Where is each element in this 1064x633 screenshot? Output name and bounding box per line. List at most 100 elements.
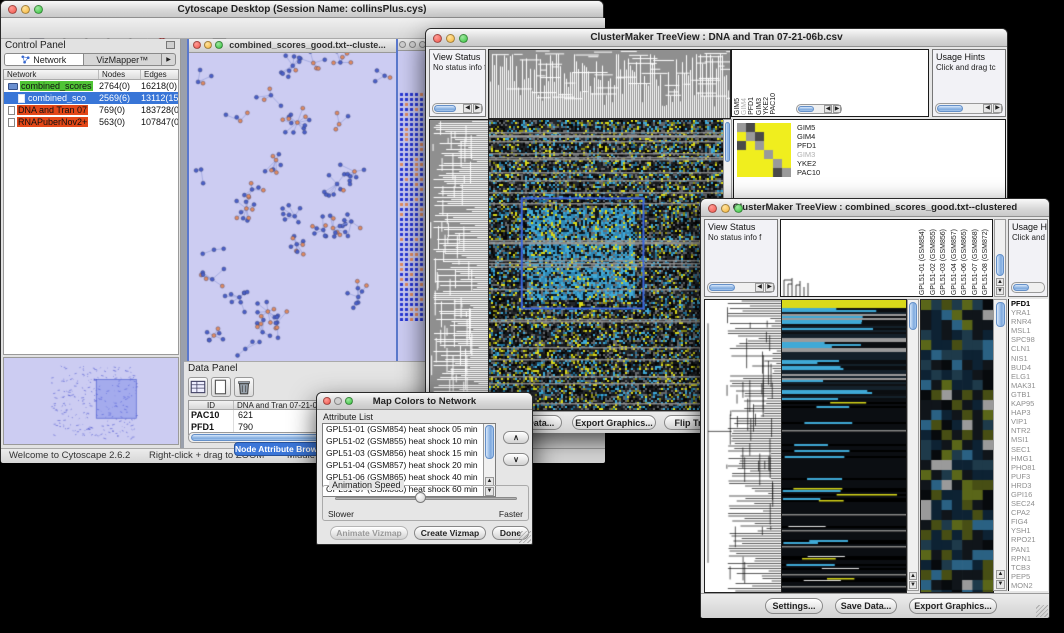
gene-label[interactable]: GTB1 xyxy=(1009,390,1048,399)
scroll-right-icon[interactable]: ▶ xyxy=(993,104,1002,113)
scroll-up-icon[interactable]: ▲ xyxy=(996,278,1004,286)
tab-network[interactable]: Network xyxy=(5,54,84,65)
column-label[interactable]: GIM3 xyxy=(756,98,763,115)
column-label[interactable]: GPL51-01 (GSM854) xyxy=(918,229,929,295)
zoom-button[interactable] xyxy=(734,204,743,213)
gene-label[interactable]: PFD1 xyxy=(1009,299,1048,308)
new-attribute-icon[interactable] xyxy=(211,377,231,397)
gene-label[interactable]: HMG1 xyxy=(1009,454,1048,463)
network-overview-panel[interactable] xyxy=(3,357,179,445)
scrollbar-thumb[interactable] xyxy=(909,302,917,330)
close-button[interactable] xyxy=(193,41,201,49)
gene-label[interactable]: NIS1 xyxy=(1009,354,1048,363)
gene-label[interactable]: HRD3 xyxy=(1009,481,1048,490)
attribute-item[interactable]: GPL51-02 (GSM855) heat shock 10 min xyxy=(323,436,495,448)
gene-label[interactable]: MON2 xyxy=(1009,581,1048,590)
minimize-button[interactable] xyxy=(446,34,455,43)
column-label[interactable]: GPL51-04 (GSM857) xyxy=(950,229,961,295)
dialog-title-bar[interactable]: Map Colors to Network xyxy=(317,393,532,410)
zoom-vscrollbar[interactable]: ▲ ▼ xyxy=(993,299,1007,591)
scroll-left-icon[interactable]: ◀ xyxy=(755,283,764,292)
scroll-down-icon[interactable]: ▼ xyxy=(996,287,1004,295)
gene-label[interactable]: MSL1 xyxy=(1009,326,1048,335)
gene-label[interactable]: PEP5 xyxy=(1009,572,1048,581)
gene-label[interactable]: YSH1 xyxy=(1009,526,1048,535)
network-canvas[interactable] xyxy=(189,53,396,362)
gene-label[interactable]: HAP3 xyxy=(1009,408,1048,417)
scrollbar-thumb[interactable] xyxy=(709,284,735,291)
attribute-item[interactable]: GPL51-04 (GSM857) heat shock 20 min xyxy=(323,460,495,472)
row-label[interactable]: GIM3 xyxy=(797,150,820,159)
column-label[interactable]: GPL51-06 (GSM865) xyxy=(960,229,971,295)
zoom-button[interactable] xyxy=(345,397,353,405)
row-label[interactable]: GIM5 xyxy=(797,123,820,132)
view-status-hscrollbar[interactable]: ◀ ▶ xyxy=(432,103,483,114)
usage-hscrollbar[interactable]: ◀ ▶ xyxy=(935,103,1003,114)
network-row[interactable]: combined_sco 2569(6) 13112(15) xyxy=(4,92,178,104)
create-vizmap-button[interactable]: Create Vizmap xyxy=(414,526,486,540)
scroll-left-icon[interactable]: ◀ xyxy=(463,104,472,113)
minimize-button[interactable] xyxy=(409,41,416,48)
tab-vizmapper[interactable]: VizMapper™ xyxy=(84,54,162,65)
column-label[interactable]: GPL51-02 (GSM855) xyxy=(929,229,940,295)
network-row[interactable]: RNAPuberNov2+ 563(0) 107847(0) xyxy=(4,116,178,128)
animation-speed-track[interactable] xyxy=(335,497,517,500)
attribute-select-icon[interactable] xyxy=(188,377,208,397)
resize-grip[interactable] xyxy=(519,531,531,543)
attribute-item[interactable]: GPL51-01 (GSM854) heat shock 05 min xyxy=(323,424,495,436)
minimize-button[interactable] xyxy=(21,5,30,14)
gene-label[interactable]: CLN1 xyxy=(1009,344,1048,353)
overview-canvas[interactable] xyxy=(4,358,178,444)
node-attribute-browser-tab[interactable]: Node Attribute Brows... xyxy=(234,442,328,456)
scroll-up-icon[interactable]: ▲ xyxy=(909,572,917,580)
similarity-matrix-canvas[interactable] xyxy=(737,123,791,177)
close-button[interactable] xyxy=(323,397,331,405)
column-label[interactable]: PFD1 xyxy=(748,97,755,115)
column-dendrogram-canvas[interactable] xyxy=(488,49,731,119)
network-row[interactable]: combined_scores 2764(0) 16218(0) xyxy=(4,80,178,92)
column-label[interactable]: GPL51-03 (GSM856) xyxy=(939,229,950,295)
gene-label[interactable]: GPI16 xyxy=(1009,490,1048,499)
animate-vizmap-button[interactable]: Animate Vizmap xyxy=(330,526,408,540)
zoom-button[interactable] xyxy=(215,41,223,49)
scrollbar-thumb[interactable] xyxy=(937,105,963,112)
col-network[interactable]: Network xyxy=(4,70,99,79)
zoom-button[interactable] xyxy=(34,5,43,14)
gene-label[interactable]: PUF3 xyxy=(1009,472,1048,481)
close-button[interactable] xyxy=(399,41,406,48)
treeview1-title-bar[interactable]: ClusterMaker TreeView : DNA and Tran 07-… xyxy=(426,29,1007,47)
network-table-header[interactable]: Network Nodes Edges xyxy=(4,70,178,80)
column-label[interactable]: GPL51-08 (GSM872) xyxy=(981,229,992,295)
zoom-heatmap-canvas[interactable] xyxy=(920,299,994,593)
column-label[interactable]: PAC10 xyxy=(770,93,777,115)
attribute-item[interactable]: GPL51-03 (GSM856) heat shock 15 min xyxy=(323,448,495,460)
scrollbar-thumb[interactable] xyxy=(725,122,730,162)
move-down-button[interactable]: ∨ xyxy=(503,453,529,466)
column-vscrollbar[interactable]: ▲ ▼ xyxy=(994,219,1006,297)
gene-label[interactable]: CPA2 xyxy=(1009,508,1048,517)
heatmap-canvas[interactable] xyxy=(488,119,724,411)
scroll-left-icon[interactable]: ◀ xyxy=(824,105,832,113)
gene-label[interactable]: RNR4 xyxy=(1009,317,1048,326)
col-nodes[interactable]: Nodes xyxy=(99,70,141,79)
scroll-down-icon[interactable]: ▼ xyxy=(909,581,917,589)
main-title-bar[interactable]: Cytoscape Desktop (Session Name: collins… xyxy=(1,1,603,18)
gene-label[interactable]: MSI1 xyxy=(1009,435,1048,444)
treeview2-title-bar[interactable]: ClusterMaker TreeView : combined_scores_… xyxy=(701,199,1049,217)
scrollbar-thumb[interactable] xyxy=(434,105,456,112)
gene-label[interactable]: SPC98 xyxy=(1009,335,1048,344)
col-id[interactable]: ID xyxy=(189,401,234,409)
move-up-button[interactable]: ∧ xyxy=(503,431,529,444)
scrollbar-thumb[interactable] xyxy=(798,106,814,112)
scroll-right-icon[interactable]: ▶ xyxy=(473,104,482,113)
scroll-down-icon[interactable]: ▼ xyxy=(996,580,1005,589)
scroll-left-icon[interactable]: ◀ xyxy=(983,104,992,113)
gene-label[interactable]: PHO81 xyxy=(1009,463,1048,472)
gene-label[interactable]: TCB3 xyxy=(1009,563,1048,572)
scrollbar-thumb[interactable] xyxy=(485,425,494,459)
gene-label[interactable]: PAN1 xyxy=(1009,545,1048,554)
delete-attribute-icon[interactable] xyxy=(234,377,254,397)
col-edges[interactable]: Edges xyxy=(141,70,178,79)
animation-speed-slider[interactable] xyxy=(415,492,426,503)
minimize-button[interactable] xyxy=(204,41,212,49)
